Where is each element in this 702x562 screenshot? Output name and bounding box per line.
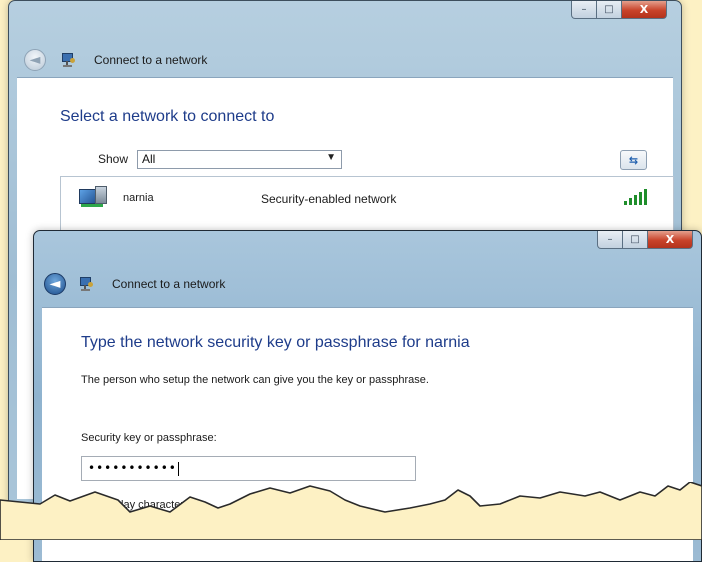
network-icon — [78, 276, 94, 292]
security-key-value: ••••••••••• — [88, 461, 177, 475]
network-icon — [60, 52, 76, 68]
window-title: Connect to a network — [112, 277, 226, 291]
back-window-nav: ◄ Connect to a network — [9, 49, 681, 71]
minimize-button[interactable]: – — [571, 1, 597, 19]
text-caret — [177, 461, 179, 476]
maximize-button[interactable]: □ — [623, 231, 648, 249]
maximize-button[interactable]: □ — [597, 1, 622, 19]
back-arrow-icon[interactable]: ◄ — [44, 273, 66, 295]
refresh-button[interactable]: ⇆ — [620, 150, 647, 170]
back-arrow-icon[interactable]: ◄ — [24, 49, 46, 71]
network-security: Security-enabled network — [261, 192, 397, 206]
page-heading: Select a network to connect to — [60, 108, 275, 125]
front-window-controls: – □ X — [597, 231, 693, 249]
torn-edge-decoration — [0, 482, 702, 540]
refresh-icon: ⇆ — [628, 153, 639, 167]
network-name: narnia — [123, 192, 154, 204]
page-heading: Type the network security key or passphr… — [81, 334, 470, 351]
network-list-item[interactable]: narnia Security-enabled network — [61, 177, 673, 221]
minimize-button[interactable]: – — [597, 231, 623, 249]
front-window-nav: ◄ Connect to a network — [34, 273, 701, 295]
close-button[interactable]: X — [648, 231, 693, 249]
security-key-input[interactable]: ••••••••••• — [81, 456, 416, 481]
window-title: Connect to a network — [94, 53, 208, 67]
close-button[interactable]: X — [622, 1, 667, 19]
show-label: Show — [98, 152, 129, 166]
show-dropdown[interactable]: All ▼ — [137, 150, 342, 169]
signal-strength-icon — [624, 189, 647, 205]
security-key-label: Security key or passphrase: — [81, 432, 217, 444]
back-window-controls: – □ X — [571, 1, 667, 19]
description-text: The person who setup the network can giv… — [81, 374, 429, 386]
chevron-down-icon: ▼ — [326, 152, 336, 163]
computer-network-icon — [79, 186, 107, 210]
show-dropdown-value: All — [142, 152, 156, 166]
